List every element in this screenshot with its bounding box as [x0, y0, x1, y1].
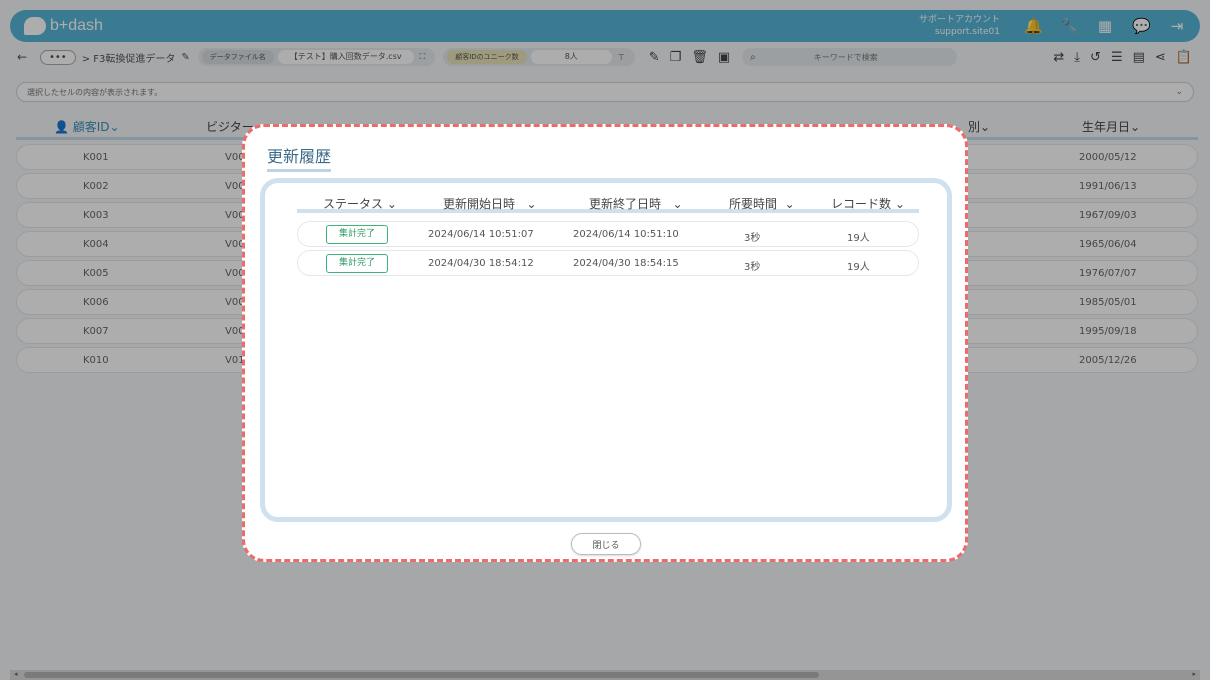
column-header-start-time[interactable]: 更新開始日時 ⌄: [443, 195, 537, 212]
column-header-duration[interactable]: 所要時間 ⌄: [729, 195, 795, 212]
cell-start-time: 2024/06/14 10:51:07: [428, 229, 534, 240]
column-header-status[interactable]: ステータス ⌄: [323, 195, 397, 212]
close-button[interactable]: 閉じる: [571, 533, 641, 555]
status-badge: 集計完了: [326, 254, 388, 273]
history-table-header: ステータス ⌄ 更新開始日時 ⌄ 更新終了日時 ⌄ 所要時間 ⌄ レコード数 ⌄: [297, 191, 919, 213]
cell-end-time: 2024/04/30 18:54:15: [573, 258, 679, 269]
modal-title: 更新履歴: [267, 143, 332, 172]
history-row[interactable]: 集計完了 2024/06/14 10:51:07 2024/06/14 10:51:…: [297, 221, 919, 247]
cell-duration: 3秒: [744, 233, 761, 244]
cell-duration: 3秒: [744, 262, 761, 273]
status-badge: 集計完了: [326, 225, 388, 244]
history-row[interactable]: 集計完了 2024/04/30 18:54:12 2024/04/30 18:54:…: [297, 250, 919, 276]
cell-records: 19人: [847, 262, 870, 273]
cell-start-time: 2024/04/30 18:54:12: [428, 258, 534, 269]
history-panel: ステータス ⌄ 更新開始日時 ⌄ 更新終了日時 ⌄ 所要時間 ⌄ レコード数 ⌄…: [260, 178, 952, 522]
cell-end-time: 2024/06/14 10:51:10: [573, 229, 679, 240]
update-history-modal: 更新履歴 ステータス ⌄ 更新開始日時 ⌄ 更新終了日時 ⌄ 所要時間 ⌄ レコ…: [242, 124, 968, 562]
column-header-records[interactable]: レコード数 ⌄: [831, 195, 905, 212]
column-header-end-time[interactable]: 更新終了日時 ⌄: [589, 195, 683, 212]
cell-records: 19人: [847, 233, 870, 244]
